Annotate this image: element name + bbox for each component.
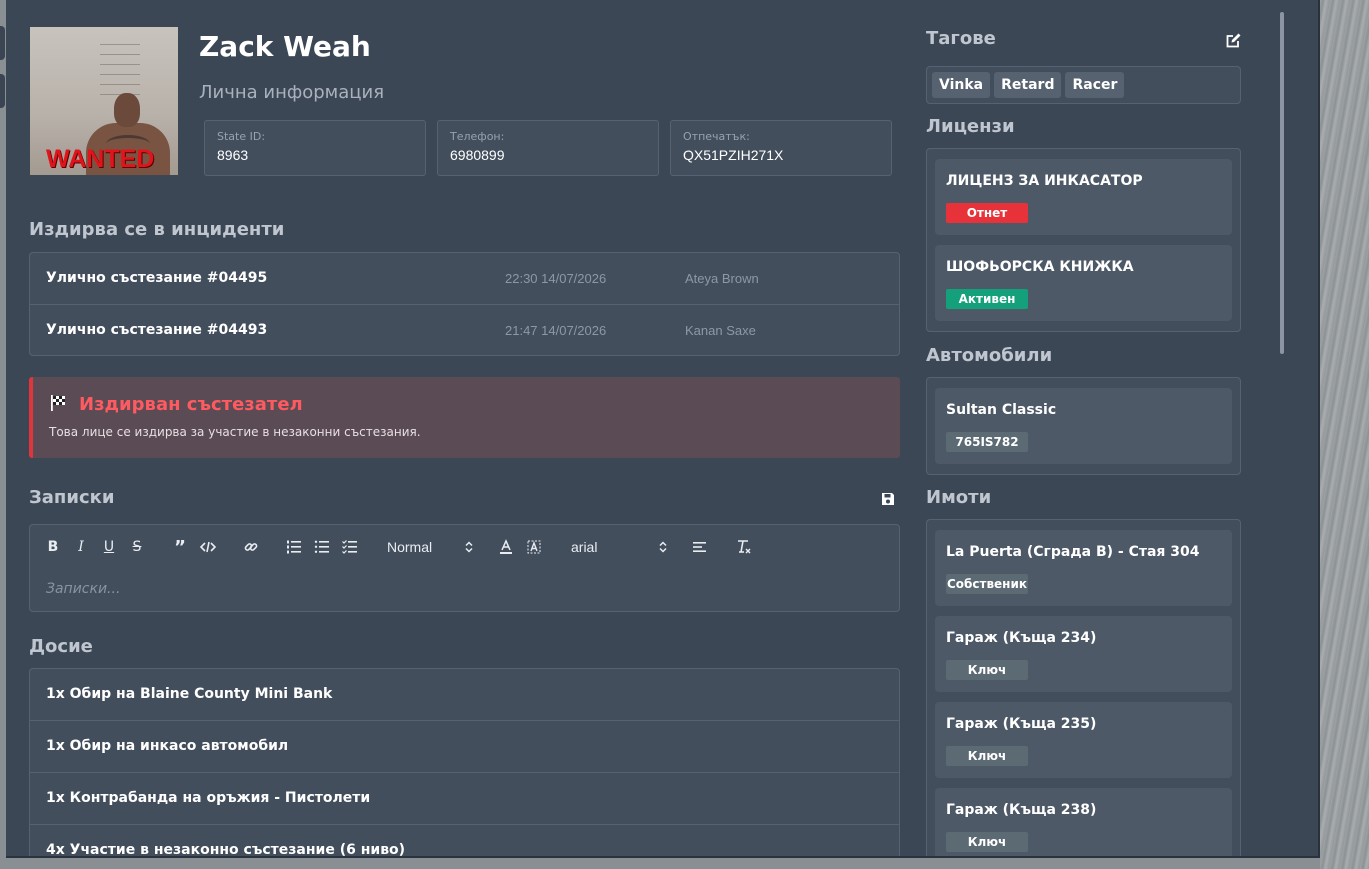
license-status-badge: Отнет — [946, 203, 1028, 223]
header-select-value: Normal — [387, 539, 433, 555]
vehicles-heading: Автомобили — [926, 345, 1053, 366]
incident-row[interactable]: Улично състезание #04493 21:47 14/07/202… — [30, 305, 899, 355]
tags-heading: Тагове — [926, 28, 996, 49]
checkered-flag-icon — [49, 394, 67, 417]
dossier-list: 1x Обир на Blaine County Mini Bank 1x Об… — [29, 668, 900, 858]
checklist-icon[interactable] — [342, 538, 358, 556]
license-status-badge: Активен — [946, 289, 1028, 309]
properties-heading: Имоти — [926, 487, 992, 508]
charge-text: 1x Обир на Blaine County Mini Bank — [46, 686, 333, 702]
plate-badge: 765IS782 — [946, 432, 1028, 452]
field-value: 6980899 — [450, 147, 505, 163]
charge-text: 4x Участие в незаконно състезание (6 нив… — [46, 842, 406, 858]
select-arrows-icon — [465, 541, 473, 553]
tag-chip[interactable]: Vinka — [932, 72, 991, 98]
license-name: ШОФЬОРСКА КНИЖКА — [946, 259, 1134, 275]
scrollbar[interactable] — [1280, 12, 1284, 354]
property-role-badge: Ключ — [946, 832, 1028, 852]
property-card[interactable]: Гараж (Къща 234) Ключ — [935, 616, 1232, 692]
save-icon[interactable] — [880, 491, 896, 507]
notes-editor: B I U S ” Normal arial Записки... — [29, 524, 900, 612]
incident-title: Улично състезание #04493 — [46, 322, 268, 338]
incident-title: Улично състезание #04495 — [46, 270, 268, 286]
ordered-list-icon[interactable] — [286, 538, 302, 556]
strike-icon[interactable]: S — [130, 538, 144, 556]
field-value: 8963 — [217, 147, 249, 163]
clear-format-icon[interactable] — [736, 538, 752, 556]
dossier-row: 1x Обир на Blaine County Mini Bank — [30, 669, 899, 721]
tags-list: Vinka Retard Racer — [926, 66, 1241, 104]
property-role-badge: Ключ — [946, 660, 1028, 680]
field-label: Телефон: — [450, 130, 505, 143]
charge-text: 1x Контрабанда на оръжия - Пистолети — [46, 790, 371, 806]
italic-icon[interactable]: I — [74, 538, 88, 556]
license-card: ШОФЬОРСКА КНИЖКА Активен — [935, 245, 1232, 321]
background-texture — [1320, 0, 1369, 869]
property-name: Гараж (Къща 234) — [946, 630, 1097, 646]
font-select-value: arial — [571, 539, 598, 555]
link-icon[interactable] — [242, 538, 260, 556]
text-color-icon[interactable] — [498, 538, 514, 556]
header-select[interactable]: Normal — [387, 538, 473, 556]
dossier-heading: Досие — [29, 636, 93, 657]
select-arrows-icon — [659, 541, 667, 553]
incident-datetime: 22:30 14/07/2026 — [505, 271, 607, 286]
incident-officer: Ateya Brown — [685, 271, 759, 286]
phone-field: Телефон: 6980899 — [437, 120, 659, 176]
field-value: QX51PZIH271X — [683, 147, 784, 163]
vehicles-list: Sultan Classic 765IS782 — [926, 377, 1241, 475]
code-block-icon[interactable] — [200, 538, 216, 556]
properties-list: La Puerta (Сграда B) - Стая 304 Собствен… — [926, 519, 1241, 856]
property-card[interactable]: Гараж (Къща 235) Ключ — [935, 702, 1232, 778]
edit-tags-icon[interactable] — [1225, 32, 1242, 49]
dossier-row: 1x Обир на инкасо автомобил — [30, 721, 899, 773]
wanted-stamp: WANTED — [46, 145, 155, 173]
property-name: Гараж (Къща 235) — [946, 716, 1097, 732]
bold-icon[interactable]: B — [46, 538, 60, 556]
font-select[interactable]: arial — [571, 538, 667, 556]
vehicle-card[interactable]: Sultan Classic 765IS782 — [935, 388, 1232, 464]
property-card[interactable]: La Puerta (Сграда B) - Стая 304 Собствен… — [935, 530, 1232, 606]
fingerprint-field: Отпечатък: QX51PZIH271X — [670, 120, 892, 176]
incident-officer: Kanan Saxe — [685, 323, 756, 338]
vehicle-name: Sultan Classic — [946, 402, 1057, 418]
dossier-row: 1x Контрабанда на оръжия - Пистолети — [30, 773, 899, 825]
align-icon[interactable] — [692, 538, 708, 556]
tag-chip[interactable]: Retard — [994, 72, 1062, 98]
alert-text: Това лице се издирва за участие в незако… — [49, 425, 421, 439]
mugshot-photo: WANTED — [30, 27, 178, 175]
property-name: Гараж (Къща 238) — [946, 802, 1097, 818]
side-tab-1[interactable] — [0, 26, 5, 60]
license-card: ЛИЦЕНЗ ЗА ИНКАСАТОР Отнет — [935, 159, 1232, 235]
underline-icon[interactable]: U — [102, 538, 116, 556]
person-name: Zack Weah — [199, 30, 371, 63]
tag-chip[interactable]: Racer — [1065, 72, 1125, 98]
incident-row[interactable]: Улично състезание #04495 22:30 14/07/202… — [30, 253, 899, 305]
licenses-heading: Лицензи — [926, 116, 1015, 137]
profile-panel: WANTED Zack Weah Лична информация State … — [6, 0, 1320, 858]
side-tab-2[interactable] — [0, 74, 5, 108]
property-role-badge: Собственик — [946, 574, 1028, 594]
bullet-list-icon[interactable] — [314, 538, 330, 556]
field-label: Отпечатък: — [683, 130, 750, 143]
background-color-icon[interactable] — [526, 538, 542, 556]
notes-input[interactable]: Записки... — [46, 581, 120, 597]
alert-title: Издирван състезател — [79, 394, 303, 415]
property-card[interactable]: Гараж (Къща 238) Ключ — [935, 788, 1232, 856]
blockquote-icon[interactable]: ” — [172, 537, 188, 558]
incidents-heading: Издирва се в инциденти — [29, 219, 285, 240]
incidents-list: Улично състезание #04495 22:30 14/07/202… — [29, 252, 900, 356]
state-id-field: State ID: 8963 — [204, 120, 426, 176]
property-name: La Puerta (Сграда B) - Стая 304 — [946, 544, 1200, 560]
notes-heading: Записки — [29, 487, 115, 508]
field-label: State ID: — [217, 130, 266, 143]
wanted-racer-alert: Издирван състезател Това лице се издирва… — [29, 377, 900, 458]
license-name: ЛИЦЕНЗ ЗА ИНКАСАТОР — [946, 173, 1143, 189]
dossier-row: 4x Участие в незаконно състезание (6 нив… — [30, 825, 899, 858]
personal-info-heading: Лична информация — [199, 82, 385, 103]
licenses-list: ЛИЦЕНЗ ЗА ИНКАСАТОР Отнет ШОФЬОРСКА КНИЖ… — [926, 148, 1241, 332]
charge-text: 1x Обир на инкасо автомобил — [46, 738, 289, 754]
incident-datetime: 21:47 14/07/2026 — [505, 323, 607, 338]
property-role-badge: Ключ — [946, 746, 1028, 766]
